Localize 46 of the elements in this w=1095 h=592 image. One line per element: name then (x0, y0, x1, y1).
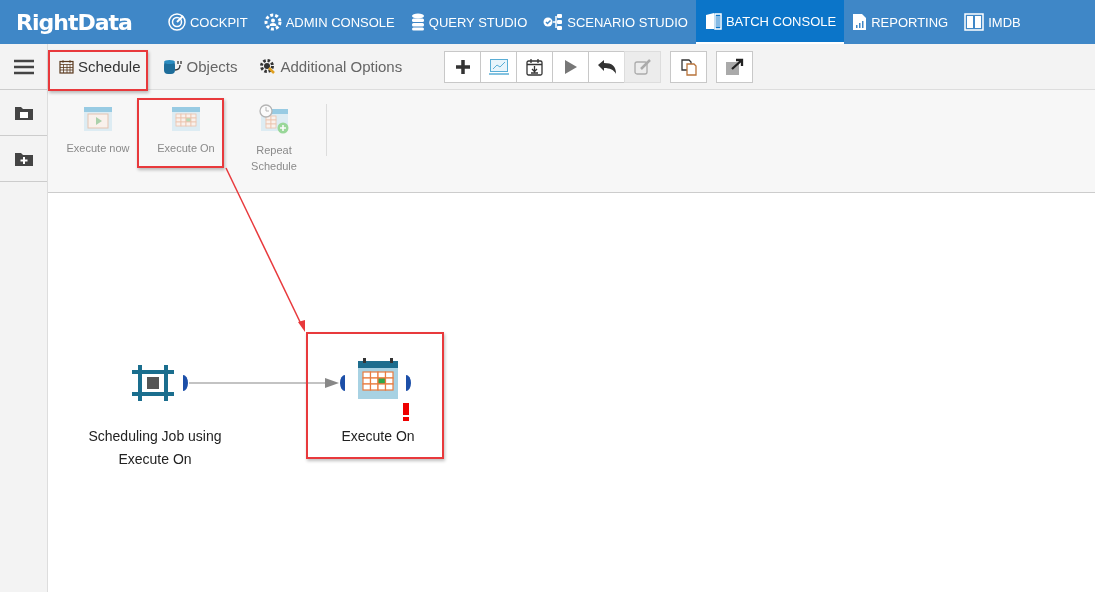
database-plug-icon (162, 57, 183, 76)
nav-tab[interactable]: REPORTING (844, 0, 957, 44)
calendar-grid-icon[interactable] (358, 358, 398, 399)
nav-tab[interactable]: IMDB (956, 0, 1029, 44)
toolbar-button[interactable] (588, 50, 626, 83)
toolbar-tab[interactable]: Objects (153, 49, 247, 84)
nav-tab[interactable]: ADMIN CONSOLE (255, 0, 403, 44)
plus-icon (454, 58, 471, 75)
input-port-icon[interactable] (340, 375, 345, 391)
toolbar-button[interactable] (516, 50, 554, 83)
nav-tab[interactable]: BATCH CONSOLE (695, 0, 845, 44)
calendar-grid-icon (171, 104, 201, 132)
node-label: Scheduling Job using Execute On (87, 427, 223, 469)
job-node-icon[interactable] (130, 363, 176, 401)
calendar-clock-icon (258, 104, 290, 134)
output-port-icon[interactable] (406, 375, 411, 391)
copy-icon (679, 57, 698, 76)
node-label: Execute On (341, 427, 415, 446)
calendar-icon (59, 59, 74, 74)
database-icon (410, 13, 425, 31)
toolbar-tab[interactable]: Additional Options (250, 50, 412, 83)
folder-plus-icon (13, 150, 34, 167)
columns-icon (964, 13, 985, 31)
logo: RightData (15, 8, 133, 37)
chart-icon (488, 58, 509, 75)
nav-tab[interactable]: QUERY STUDIO (402, 0, 536, 44)
report-icon (852, 13, 868, 31)
output-port-icon[interactable] (183, 375, 188, 391)
hierarchy-icon (543, 13, 564, 31)
gear-icon (263, 13, 282, 31)
undo-icon (596, 58, 617, 75)
folder-icon (13, 104, 34, 121)
toolbar-button[interactable] (716, 50, 754, 83)
calendar-play-icon (83, 104, 113, 132)
radar-icon (167, 13, 186, 31)
edit-icon (633, 58, 652, 75)
toolbar-button[interactable] (444, 50, 482, 83)
export-icon (725, 57, 745, 76)
calendar-download-icon (526, 57, 544, 76)
book-icon (703, 12, 722, 30)
toolbar-tab[interactable]: Schedule (50, 50, 150, 83)
nav-tab[interactable]: SCENARIO STUDIO (535, 0, 696, 44)
play-icon (563, 58, 578, 75)
nav-tab[interactable]: COCKPIT (159, 0, 256, 44)
menu-icon (12, 57, 35, 76)
cog-icon (259, 58, 277, 75)
